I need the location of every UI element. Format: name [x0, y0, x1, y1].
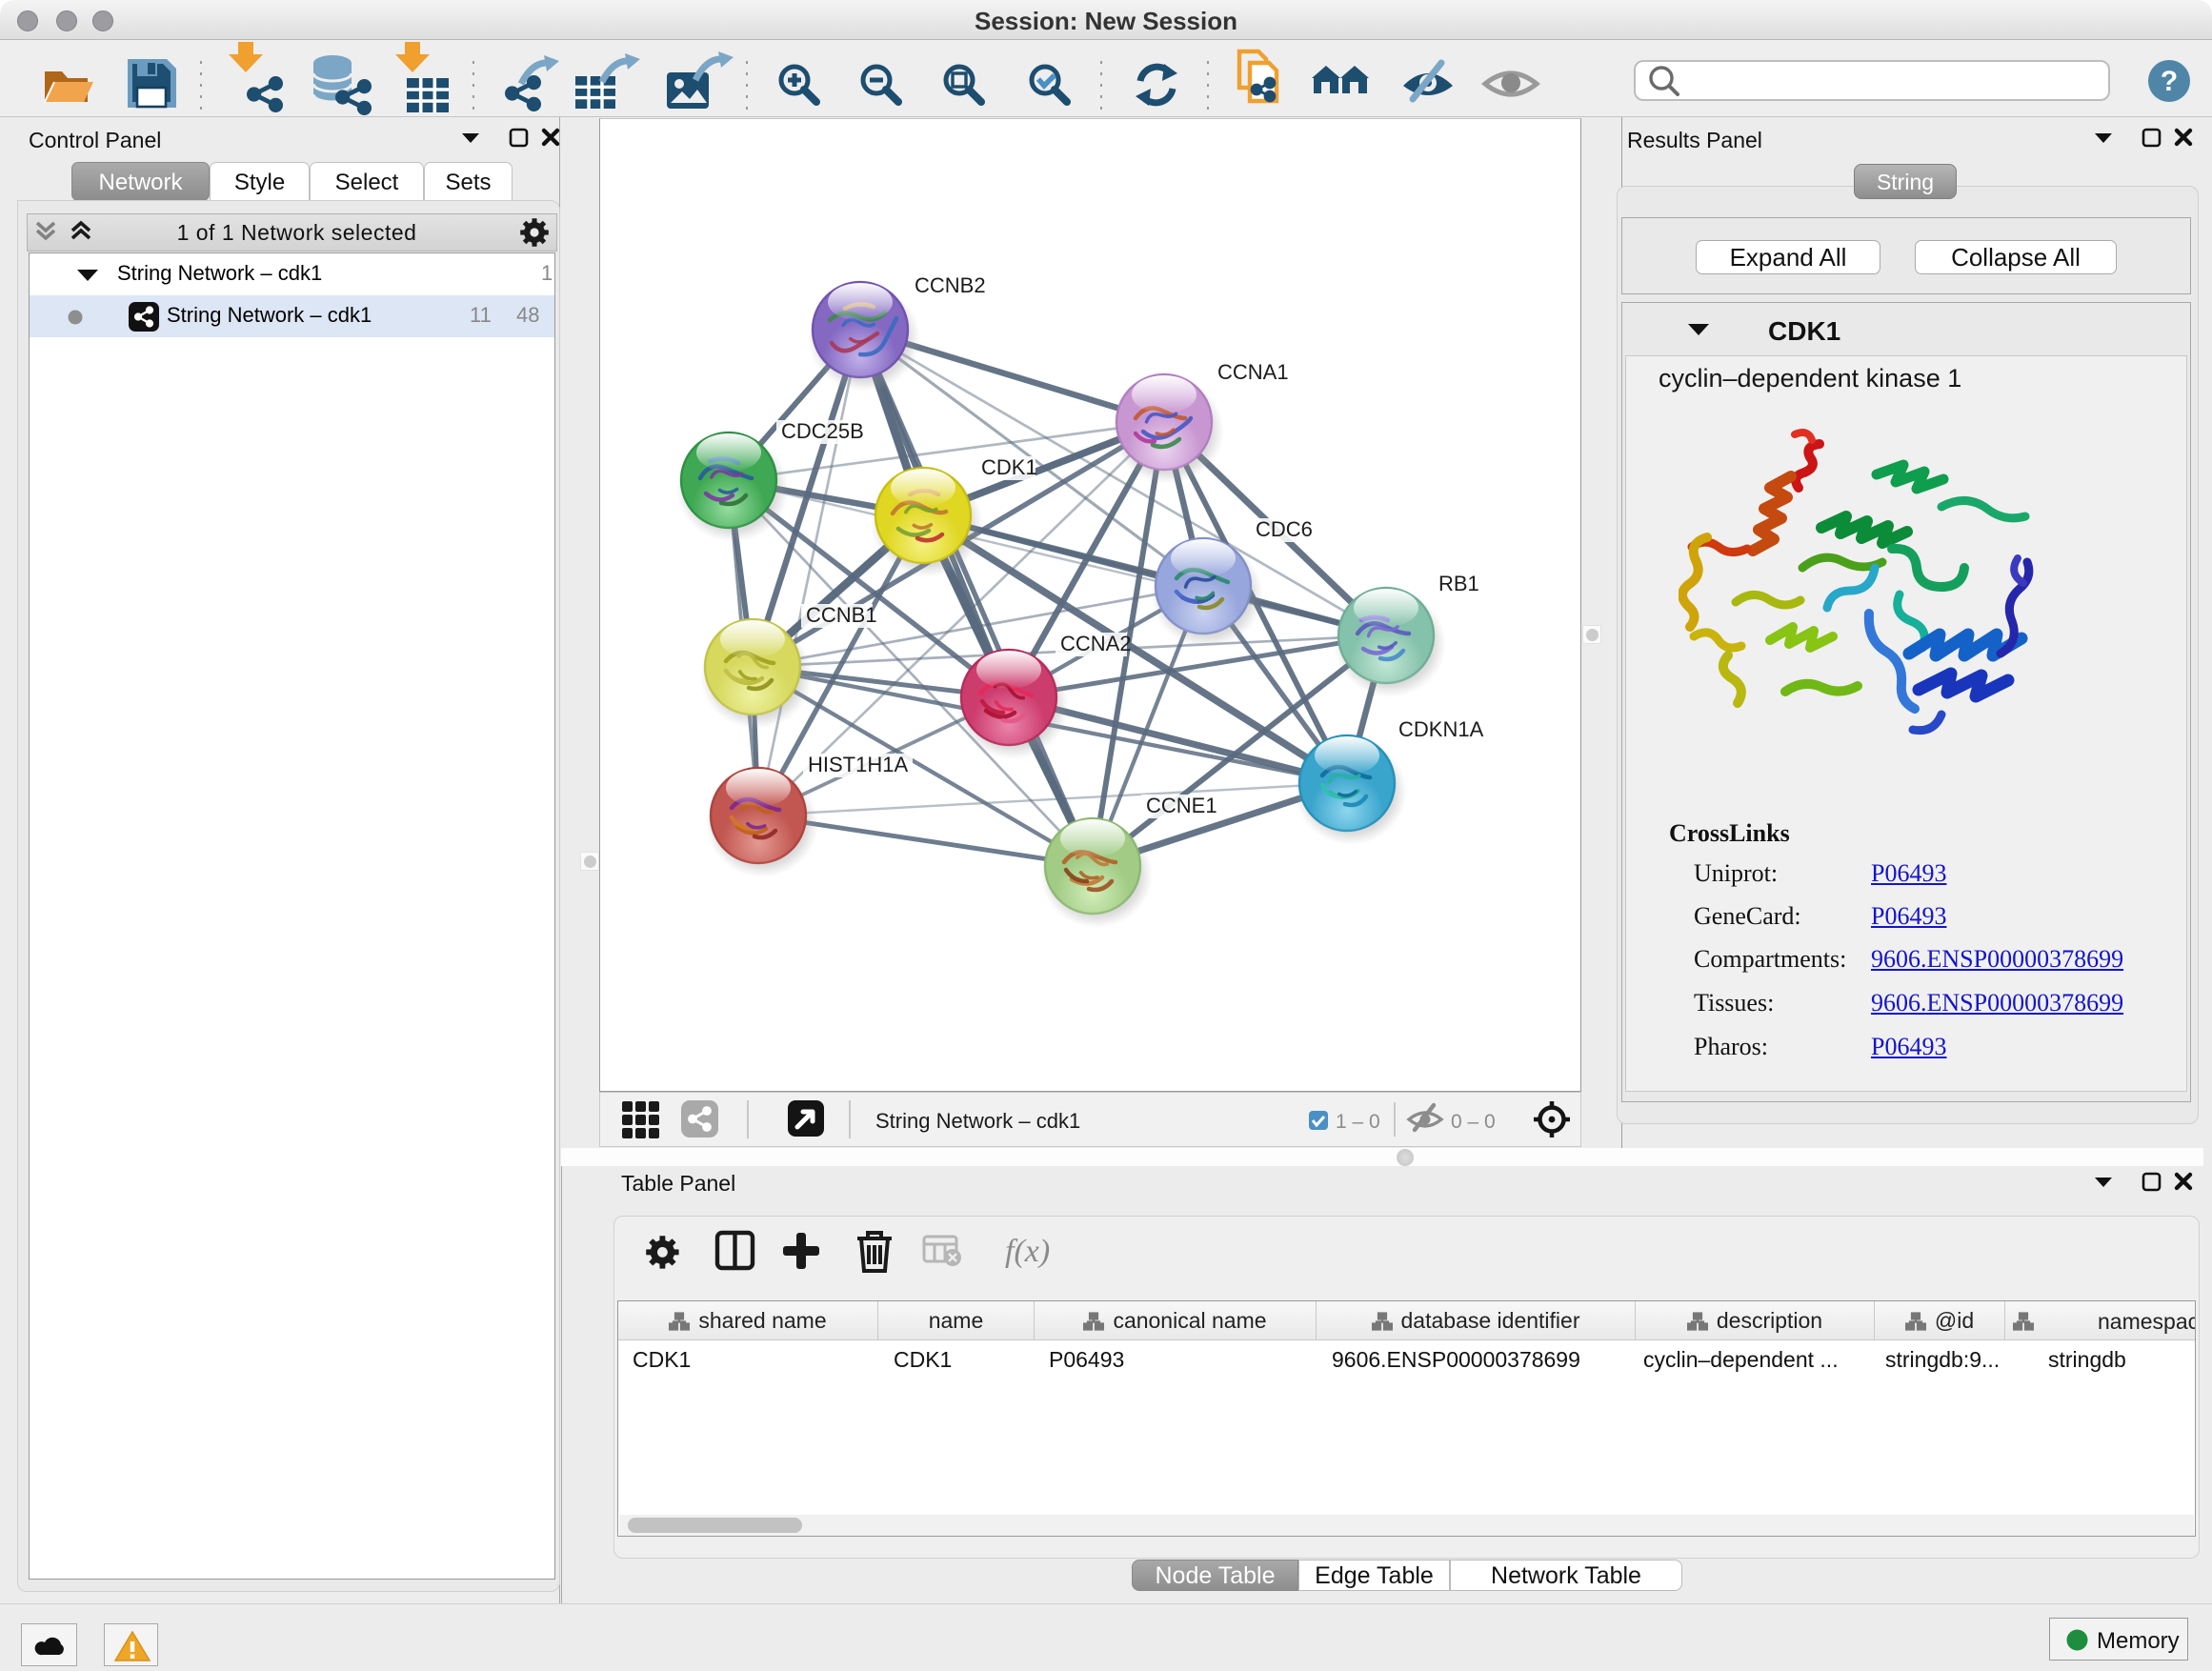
svg-text:CDK1: CDK1: [981, 455, 1037, 479]
svg-text:CDC25B: CDC25B: [781, 419, 864, 443]
svg-text:String Network – cdk1: String Network – cdk1: [875, 1109, 1080, 1133]
svg-text:0 – 0: 0 – 0: [1451, 1111, 1496, 1133]
svg-text:?: ?: [2161, 66, 2178, 97]
svg-text:RB1: RB1: [1438, 572, 1479, 595]
svg-text:1 – 0: 1 – 0: [1336, 1111, 1380, 1133]
svg-text:f(x): f(x): [1005, 1234, 1050, 1269]
svg-text:HIST1H1A: HIST1H1A: [808, 753, 908, 776]
svg-text:CCNA2: CCNA2: [1060, 632, 1132, 655]
svg-text:CCNB2: CCNB2: [915, 273, 986, 297]
svg-text:CCNA1: CCNA1: [1217, 360, 1289, 384]
svg-text:CCNE1: CCNE1: [1146, 794, 1217, 817]
svg-text:CCNB1: CCNB1: [806, 603, 877, 627]
svg-text:CDC6: CDC6: [1256, 517, 1313, 541]
svg-text:CDKN1A: CDKN1A: [1398, 717, 1484, 741]
